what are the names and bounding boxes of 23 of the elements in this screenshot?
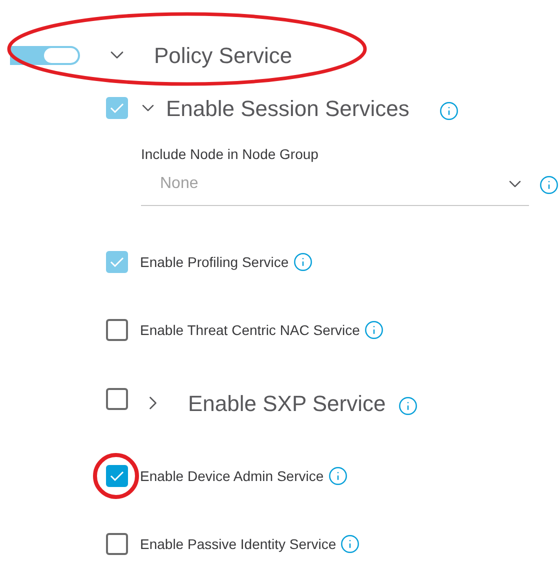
info-icon[interactable] (439, 101, 460, 121)
check-icon (110, 103, 124, 113)
section-title: Enable Session Services (166, 94, 410, 122)
info-icon[interactable] (340, 534, 360, 554)
info-icon[interactable] (328, 466, 348, 486)
check-icon (110, 471, 124, 481)
option-label: Enable Passive Identity Service (140, 534, 336, 554)
option-label: Enable Profiling Service (140, 252, 289, 272)
checkbox[interactable] (106, 319, 128, 341)
option-label: Enable Device Admin Service (140, 466, 324, 486)
checkbox[interactable] (106, 388, 128, 410)
info-icon[interactable] (539, 174, 559, 194)
node-group-dropdown[interactable]: None (141, 163, 529, 206)
toggle-switch[interactable] (10, 46, 80, 64)
section-title: Policy Service (154, 42, 292, 70)
checkbox[interactable] (106, 533, 128, 555)
checkbox[interactable] (106, 465, 128, 487)
field-label: Include Node in Node Group (141, 145, 320, 163)
option-label: Enable Threat Centric NAC Service (140, 320, 360, 340)
info-icon[interactable] (398, 396, 418, 416)
section-title: Enable SXP Service (188, 390, 386, 418)
info-icon[interactable] (364, 320, 384, 340)
check-icon (110, 257, 124, 267)
